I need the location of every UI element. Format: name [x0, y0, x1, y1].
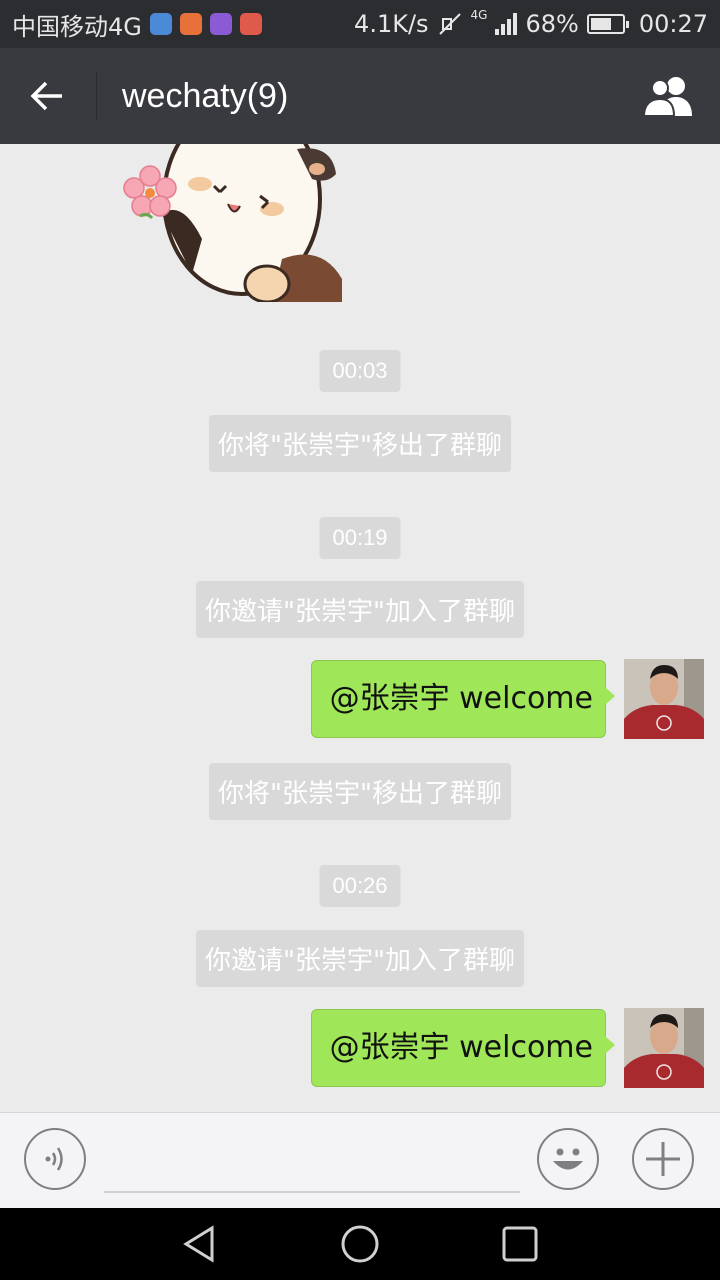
user-avatar[interactable]	[624, 659, 704, 739]
outgoing-message-bubble[interactable]: @张崇宇 welcome	[310, 1009, 616, 1087]
system-message: 你将"张崇宇"移出了群聊	[209, 763, 511, 820]
carrier-label: 中国移动4G	[12, 12, 142, 41]
nav-recents-icon[interactable]	[498, 1222, 542, 1266]
back-arrow-icon[interactable]	[28, 76, 68, 116]
system-message: 你将"张崇宇"移出了群聊	[209, 415, 511, 472]
message-input[interactable]	[104, 1191, 520, 1193]
system-message: 你邀请"张崇宇"加入了群聊	[196, 930, 524, 987]
timestamp: 00:26	[319, 865, 401, 907]
nav-back-icon[interactable]	[178, 1222, 222, 1266]
user-avatar[interactable]	[624, 1008, 704, 1088]
clock: 00:27	[638, 10, 708, 38]
chat-area[interactable]: 00:03 你将"张崇宇"移出了群聊 00:19 你邀请"张崇宇"加入了群聊 @…	[0, 144, 720, 1112]
battery-icon	[586, 14, 629, 34]
app-notification-icon	[209, 13, 232, 35]
group-members-icon[interactable]	[642, 74, 698, 118]
sticker-image[interactable]	[122, 144, 344, 302]
app-notification-icon	[179, 13, 202, 35]
nav-home-icon[interactable]	[338, 1222, 382, 1266]
system-navigation-bar	[0, 1208, 720, 1280]
timestamp: 00:03	[319, 350, 401, 392]
signal-icon	[495, 13, 518, 35]
voice-button[interactable]	[24, 1128, 86, 1190]
network-type: 4G	[470, 8, 488, 22]
outgoing-message-bubble[interactable]: @张崇宇 welcome	[310, 660, 616, 738]
app-notification-icon	[239, 13, 262, 35]
header-divider	[96, 72, 97, 120]
app-notification-icon	[149, 13, 172, 35]
mute-icon	[438, 13, 461, 35]
chat-header: wechaty(9)	[0, 48, 720, 144]
network-speed: 4.1K/s	[354, 10, 429, 38]
system-message: 你邀请"张崇宇"加入了群聊	[196, 581, 524, 638]
input-bar	[0, 1112, 720, 1208]
chat-title: wechaty(9)	[122, 77, 289, 115]
battery-percent: 68%	[525, 10, 579, 38]
emoji-icon	[553, 1148, 583, 1170]
plus-icon	[646, 1142, 680, 1176]
voice-icon	[45, 1147, 63, 1171]
status-bar: 中国移动4G 4.1K/s 4G 68% 00:27	[0, 0, 720, 48]
timestamp: 00:19	[319, 517, 401, 559]
plus-button[interactable]	[632, 1128, 694, 1190]
emoji-button[interactable]	[537, 1128, 599, 1190]
